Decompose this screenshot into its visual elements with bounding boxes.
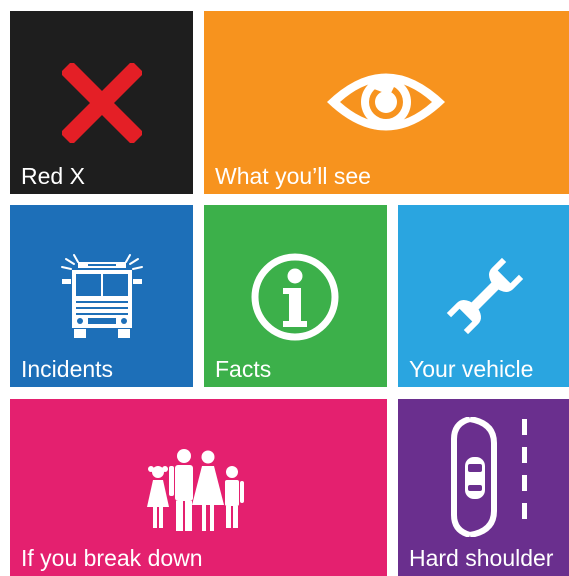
tile-incidents-label: Incidents [21,356,114,382]
info-icon [251,253,339,341]
red-x-icon [62,63,142,143]
tile-your-vehicle[interactable]: Your vehicle [398,205,569,387]
fire-engine-icon [61,254,143,338]
tile-what-youll-see[interactable]: What you’ll see [204,11,569,194]
tile-incidents[interactable]: Incidents [10,205,193,387]
family-icon [147,449,244,531]
tile-facts[interactable]: Facts [204,205,387,387]
wrench-icon [446,257,524,335]
tile-red-x-label: Red X [21,163,85,189]
tile-hard-shoulder-label: Hard shoulder [409,545,554,571]
tile-what-youll-see-label: What you’ll see [215,163,371,189]
eye-icon [327,73,445,131]
hard-shoulder-car-icon [451,417,527,537]
tile-your-vehicle-label: Your vehicle [409,356,534,382]
tile-facts-label: Facts [215,356,272,382]
tile-if-you-break-down-label: If you break down [21,545,203,571]
tile-if-you-break-down[interactable]: If you break down [10,399,387,576]
tile-hard-shoulder[interactable]: Hard shoulder [398,399,569,576]
tile-red-x[interactable]: Red X [10,11,193,194]
